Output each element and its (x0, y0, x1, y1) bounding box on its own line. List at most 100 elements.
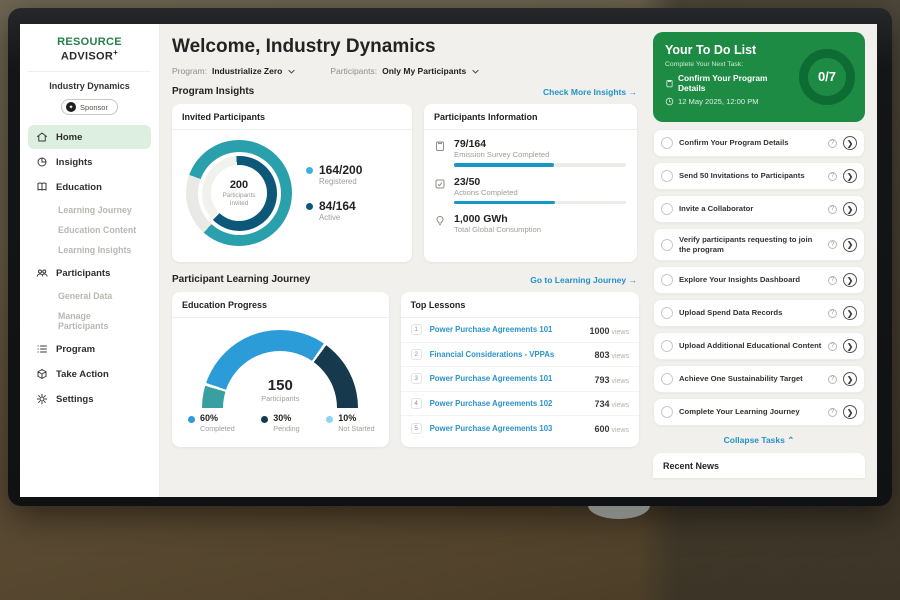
legend-dot (306, 203, 313, 210)
page-title: Welcome, Industry Dynamics (172, 36, 639, 58)
sidebar-item-settings[interactable]: Settings (28, 387, 151, 411)
lesson-rank: 5 (411, 423, 422, 434)
active-label: Active (319, 213, 356, 222)
legend-dot (261, 416, 268, 423)
task-checkbox[interactable] (661, 274, 673, 286)
sidebar-item-take-action[interactable]: Take Action (28, 362, 151, 386)
sidebar-item-education-content[interactable]: Education Content (28, 220, 151, 240)
recent-news-title: Recent News (653, 453, 865, 478)
lesson-link[interactable]: Power Purchase Agreements 101 (430, 325, 582, 334)
help-icon[interactable]: ? (828, 139, 837, 148)
lesson-row[interactable]: 3 Power Purchase Agreements 101 793views (401, 367, 639, 392)
collapse-tasks-link[interactable]: Collapse Tasks ⌃ (653, 431, 865, 453)
brand-logo: RESOURCE ADVISOR+ (28, 34, 151, 72)
program-dropdown-label: Program: (172, 66, 207, 76)
help-icon[interactable]: ? (828, 309, 837, 318)
sidebar-item-manage-participants[interactable]: Manage Participants (28, 306, 151, 336)
invited-participants-card: Invited Participants 200 Participants In… (172, 104, 412, 262)
chevron-right-icon[interactable]: ❯ (843, 405, 857, 419)
lesson-views: 600 (594, 424, 609, 434)
todo-task-list: Confirm Your Program Details ? ❯ Send 50… (653, 129, 865, 431)
help-icon[interactable]: ? (828, 172, 837, 181)
todo-progress-value: 0/7 (818, 69, 836, 84)
task-checkbox[interactable] (661, 406, 673, 418)
sidebar-item-learning-insights[interactable]: Learning Insights (28, 240, 151, 260)
participants-dropdown[interactable]: Participants: Only My Participants (330, 66, 480, 76)
help-icon[interactable]: ? (828, 240, 837, 249)
sponsor-badge[interactable]: ✦ Sponsor (61, 99, 118, 115)
program-icon (36, 343, 48, 355)
sidebar-item-participants[interactable]: Participants (28, 261, 151, 285)
sidebar-item-general-data[interactable]: General Data (28, 286, 151, 306)
donut-center-label: Participants Invited (217, 192, 261, 208)
program-dropdown[interactable]: Program: Industrialize Zero (172, 66, 296, 76)
registered-label: Registered (319, 177, 362, 186)
task-checkbox[interactable] (661, 170, 673, 182)
chevron-right-icon[interactable]: ❯ (843, 169, 857, 183)
chevron-right-icon[interactable]: ❯ (843, 273, 857, 287)
task-row[interactable]: Explore Your Insights Dashboard ? ❯ (653, 266, 865, 294)
task-checkbox[interactable] (661, 203, 673, 215)
not-started-pct: 10% (338, 414, 374, 424)
chevron-right-icon[interactable]: ❯ (843, 202, 857, 216)
help-icon[interactable]: ? (828, 276, 837, 285)
task-label: Upload Additional Educational Content (679, 341, 822, 351)
task-row[interactable]: Invite a Collaborator ? ❯ (653, 195, 865, 223)
task-row[interactable]: Send 50 Invitations to Participants ? ❯ (653, 162, 865, 190)
help-icon[interactable]: ? (828, 375, 837, 384)
task-row[interactable]: Achieve One Sustainability Target ? ❯ (653, 365, 865, 393)
check-more-insights-link[interactable]: Check More Insights → (543, 87, 637, 97)
task-row[interactable]: Confirm Your Program Details ? ❯ (653, 129, 865, 157)
participants-information-card: Participants Information 79/164 Emission… (424, 104, 637, 262)
lesson-link[interactable]: Power Purchase Agreements 102 (430, 399, 587, 408)
lesson-row[interactable]: 2 Financial Considerations - VPPAs 803vi… (401, 343, 639, 368)
task-row[interactable]: Verify participants requesting to join t… (653, 228, 865, 261)
legend-item-active: 84/164 Active (306, 200, 362, 222)
task-row[interactable]: Complete Your Learning Journey ? ❯ (653, 398, 865, 426)
sidebar-item-insights[interactable]: Insights (28, 150, 151, 174)
energy-icon (434, 215, 446, 227)
help-icon[interactable]: ? (828, 342, 837, 351)
sidebar-item-label: Take Action (56, 369, 109, 380)
task-checkbox[interactable] (661, 340, 673, 352)
lesson-link[interactable]: Power Purchase Agreements 101 (430, 374, 587, 383)
task-checkbox[interactable] (661, 373, 673, 385)
chevron-right-icon[interactable]: ❯ (843, 339, 857, 353)
progress-bar (454, 163, 626, 167)
task-checkbox[interactable] (661, 307, 673, 319)
chevron-right-icon[interactable]: ❯ (843, 372, 857, 386)
lesson-row[interactable]: 4 Power Purchase Agreements 102 734views (401, 392, 639, 417)
help-icon[interactable]: ? (828, 408, 837, 417)
chevron-right-icon[interactable]: ❯ (843, 136, 857, 150)
task-label: Invite a Collaborator (679, 204, 822, 214)
education-progress-gauge-chart: 150 Participants (202, 330, 358, 408)
task-row[interactable]: Upload Spend Data Records ? ❯ (653, 299, 865, 327)
participants-icon (36, 267, 48, 279)
lesson-link[interactable]: Power Purchase Agreements 103 (430, 424, 587, 433)
chevron-right-icon[interactable]: ❯ (843, 306, 857, 320)
legend-dot (188, 416, 195, 423)
sidebar-item-learning-journey[interactable]: Learning Journey (28, 200, 151, 220)
top-lessons-card: Top Lessons 1 Power Purchase Agreements … (401, 292, 639, 447)
sidebar-item-home[interactable]: Home (28, 125, 151, 149)
clipboard-icon (665, 79, 674, 88)
legend-item-completed: 60%Completed (188, 414, 235, 433)
help-icon[interactable]: ? (828, 205, 837, 214)
lesson-row[interactable]: 5 Power Purchase Agreements 103 600views (401, 416, 639, 441)
sidebar-item-label: Settings (56, 394, 93, 405)
task-checkbox[interactable] (661, 239, 673, 251)
task-checkbox[interactable] (661, 137, 673, 149)
todo-title: Your To Do List (665, 43, 793, 57)
go-to-learning-journey-link[interactable]: Go to Learning Journey → (530, 275, 637, 285)
task-row[interactable]: Upload Additional Educational Content ? … (653, 332, 865, 360)
actions-icon (434, 178, 446, 190)
brand-plus: + (113, 48, 118, 57)
task-label: Upload Spend Data Records (679, 308, 822, 318)
lesson-row[interactable]: 1 Power Purchase Agreements 101 1000view… (401, 318, 639, 343)
sidebar-item-label: Participants (56, 268, 110, 279)
sidebar-item-program[interactable]: Program (28, 337, 151, 361)
metric-value: 1,000 GWh (454, 213, 625, 225)
chevron-right-icon[interactable]: ❯ (843, 238, 857, 252)
lesson-link[interactable]: Financial Considerations - VPPAs (430, 350, 587, 359)
sidebar-item-education[interactable]: Education (28, 175, 151, 199)
